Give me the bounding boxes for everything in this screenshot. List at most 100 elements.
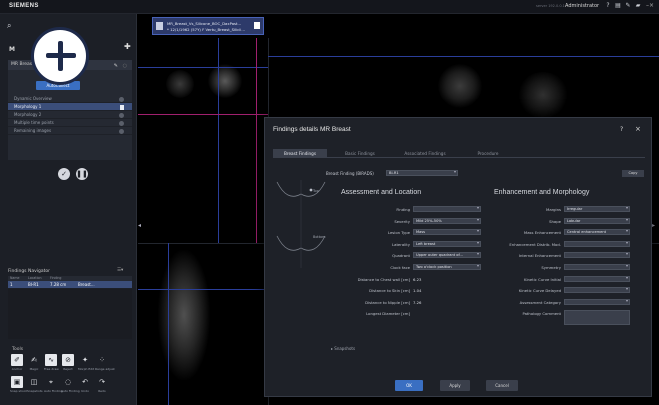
tool-free-draw[interactable]: ∿ Free draw xyxy=(44,354,59,371)
search-icon[interactable]: ⌕ xyxy=(7,21,16,30)
tool-magic[interactable]: ✍ Magic xyxy=(27,354,41,371)
findings-details-dialog: Findings details MR Breast ? × Breast Fi… xyxy=(264,117,652,397)
workflow-step-remaining-images[interactable]: Remaining images xyxy=(8,127,132,135)
monitor-icon[interactable]: ▤ xyxy=(614,2,622,10)
shape-select[interactable]: Lobular ▾ xyxy=(564,216,630,224)
chevron-down-icon: ▾ xyxy=(625,263,628,268)
distance-to-nipple-cm-label: Distance to Nipple [cm] xyxy=(365,299,410,305)
findings-table: Name Location Finding 1 BI-R1 7.28 cm Br… xyxy=(8,276,132,288)
tab-associated-findings[interactable]: Associated Findings xyxy=(393,149,457,158)
assessment-category-label: Assessment Category xyxy=(519,299,561,305)
ok-button[interactable]: OK xyxy=(395,380,423,391)
tool-auto-finding-2[interactable]: ◌ Auto Finding xyxy=(61,376,80,393)
distance-to-skin-cm-value: 1.04 xyxy=(413,288,422,294)
redo-icon: ↷ xyxy=(99,378,105,386)
close-icon[interactable]: × xyxy=(635,125,641,133)
brand-logo: SIEMENS xyxy=(9,3,39,9)
navigator-menu-icon[interactable]: ☰▾ xyxy=(117,268,123,273)
breast-diagram[interactable] xyxy=(273,176,329,272)
tool-redo[interactable]: ↷ Redo xyxy=(95,376,109,393)
clock-face-select[interactable]: Two o'clock position ▾ xyxy=(413,264,481,270)
line-icon: ∿ xyxy=(45,354,57,366)
edit-icon[interactable]: ✎ xyxy=(114,61,118,71)
severity-select[interactable]: Mild 25%-50% ▾ xyxy=(413,217,481,224)
assessment-location-title: Assessment and Location xyxy=(341,189,422,196)
help-icon[interactable]: ? xyxy=(604,2,612,10)
tab-basic-findings[interactable]: Basic Findings xyxy=(333,149,387,158)
chevron-down-icon: ▾ xyxy=(625,216,628,222)
tool-snapshots[interactable]: ◫ Snapshots xyxy=(27,376,43,393)
help-icon[interactable]: ? xyxy=(620,126,623,133)
workflow-step-morphology-1[interactable]: Morphology 1 xyxy=(8,103,132,111)
workflow-step-dynamic-overview[interactable]: Dynamic Overview xyxy=(8,95,132,103)
cancel-button[interactable]: Cancel xyxy=(486,380,518,391)
paint-icon[interactable]: ▰ xyxy=(634,2,642,10)
pathology-comment-textarea[interactable] xyxy=(564,310,630,326)
tool-morph-edit[interactable]: ✦ Morph Edit xyxy=(78,354,94,371)
mr-image-axial-contralateral xyxy=(518,72,568,118)
cross-icon: ⌖ xyxy=(49,378,53,386)
diagram-label-top: Top xyxy=(313,189,319,193)
enhancement-distrib-mod-select[interactable]: ▾ xyxy=(564,240,630,247)
undo-icon: ↶ xyxy=(82,378,88,386)
kinetic-curve-delayed-label: Kinetic Curve Delayed xyxy=(518,288,561,294)
tool-range-adjust[interactable]: ⁘ Range adjust xyxy=(95,354,115,371)
chevron-left-icon[interactable]: ◂ xyxy=(138,222,141,229)
step-status-icon xyxy=(119,112,124,118)
crosshair-line xyxy=(218,38,219,243)
kinetic-curve-initial-select[interactable]: ▾ xyxy=(564,274,630,282)
step-status-icon xyxy=(119,96,124,102)
workflow-steps: Dynamic Overview Morphology 1 Morphology… xyxy=(8,95,132,135)
internal-enhancement-label: Internal Enhancement xyxy=(518,253,561,259)
internal-enhancement-select[interactable]: ▾ xyxy=(564,252,630,259)
window-close-icon[interactable]: –× xyxy=(646,2,654,9)
patient-info: * 12/1/1962 (57Y) F Vertu_Breast_Silicii… xyxy=(167,27,245,32)
findings-table-body xyxy=(8,289,132,339)
chevron-down-icon: ▾ xyxy=(476,228,479,234)
mass-enhancement-select[interactable]: Central enhancement ▾ xyxy=(564,229,630,236)
workflow-step-multiple-time-points[interactable]: Multiple time points xyxy=(8,119,132,127)
apply-button[interactable]: Apply xyxy=(440,380,470,391)
layers-icon: ◫ xyxy=(30,378,38,386)
assessment-category-select[interactable]: ▾ xyxy=(564,298,630,305)
pause-icon[interactable]: ❚❚ xyxy=(76,168,88,180)
add-overlay-icon[interactable] xyxy=(31,27,89,85)
document-icon[interactable] xyxy=(254,22,260,29)
laterality-select[interactable]: Left breast ▾ xyxy=(413,240,481,247)
tool-reject[interactable]: ⊘ Reject xyxy=(61,354,75,371)
tool-snap-shoot[interactable]: ▣ Snap shoot xyxy=(10,376,27,393)
pen-icon[interactable]: ✎ xyxy=(624,2,632,10)
quadrant-select[interactable]: Upper outer quadrant of... ▾ xyxy=(413,252,481,259)
tab-breast-findings[interactable]: Breast Findings xyxy=(273,149,327,158)
breast-finding-select[interactable]: BI-R1 ▾ xyxy=(386,170,458,176)
chevron-down-icon: ▾ xyxy=(625,274,628,280)
workflow-step-morphology-2[interactable]: Morphology 2 xyxy=(8,111,132,119)
distance-to-chest-wall-cm-value: 6.23 xyxy=(413,276,422,282)
symmetry-label: Symmetry xyxy=(541,265,561,270)
tab-procedure[interactable]: Procedure xyxy=(463,149,513,158)
add-icon[interactable]: ✚ xyxy=(124,42,131,51)
margins-select[interactable]: Irregular ▾ xyxy=(564,206,630,212)
close-icon[interactable]: ○ xyxy=(123,61,127,71)
lesion-type-select[interactable]: Mass ▾ xyxy=(413,228,481,236)
tool-undo[interactable]: ↶ Undo xyxy=(78,376,92,393)
snapshots-toggle[interactable]: ▸ Snapshots xyxy=(331,346,355,351)
user-name[interactable]: Administrator xyxy=(565,3,599,9)
study-thumbnail-icon xyxy=(156,22,163,30)
table-row[interactable]: 1 BI-R1 7.28 cm Breast... xyxy=(8,281,132,288)
study-tab[interactable]: MR_Breast_Vs_Silicone_BOC_DaxPast... * 1… xyxy=(152,17,264,35)
kinetic-curve-delayed-select[interactable]: ▾ xyxy=(564,287,630,294)
finding-select[interactable]: ▾ xyxy=(413,206,481,212)
copy-button[interactable]: Copy xyxy=(622,170,644,177)
marker-line xyxy=(256,38,257,243)
brush-icon: ✐ xyxy=(11,354,23,366)
server-label: server 192.0.0.1 xyxy=(536,4,565,8)
step-status-icon xyxy=(119,120,124,126)
tool-auto-finding[interactable]: ⌖ Auto Finding xyxy=(44,376,63,393)
dialog-tabs: Breast Findings Basic Findings Associate… xyxy=(273,149,645,158)
tool-anchor[interactable]: ✐ Anchor xyxy=(10,354,24,371)
symmetry-select[interactable]: ▾ xyxy=(564,264,630,270)
confirm-check-icon[interactable]: ✓ xyxy=(58,168,70,180)
chevron-down-icon: ▾ xyxy=(625,205,628,210)
chevron-right-icon[interactable]: ▸ xyxy=(652,222,655,229)
